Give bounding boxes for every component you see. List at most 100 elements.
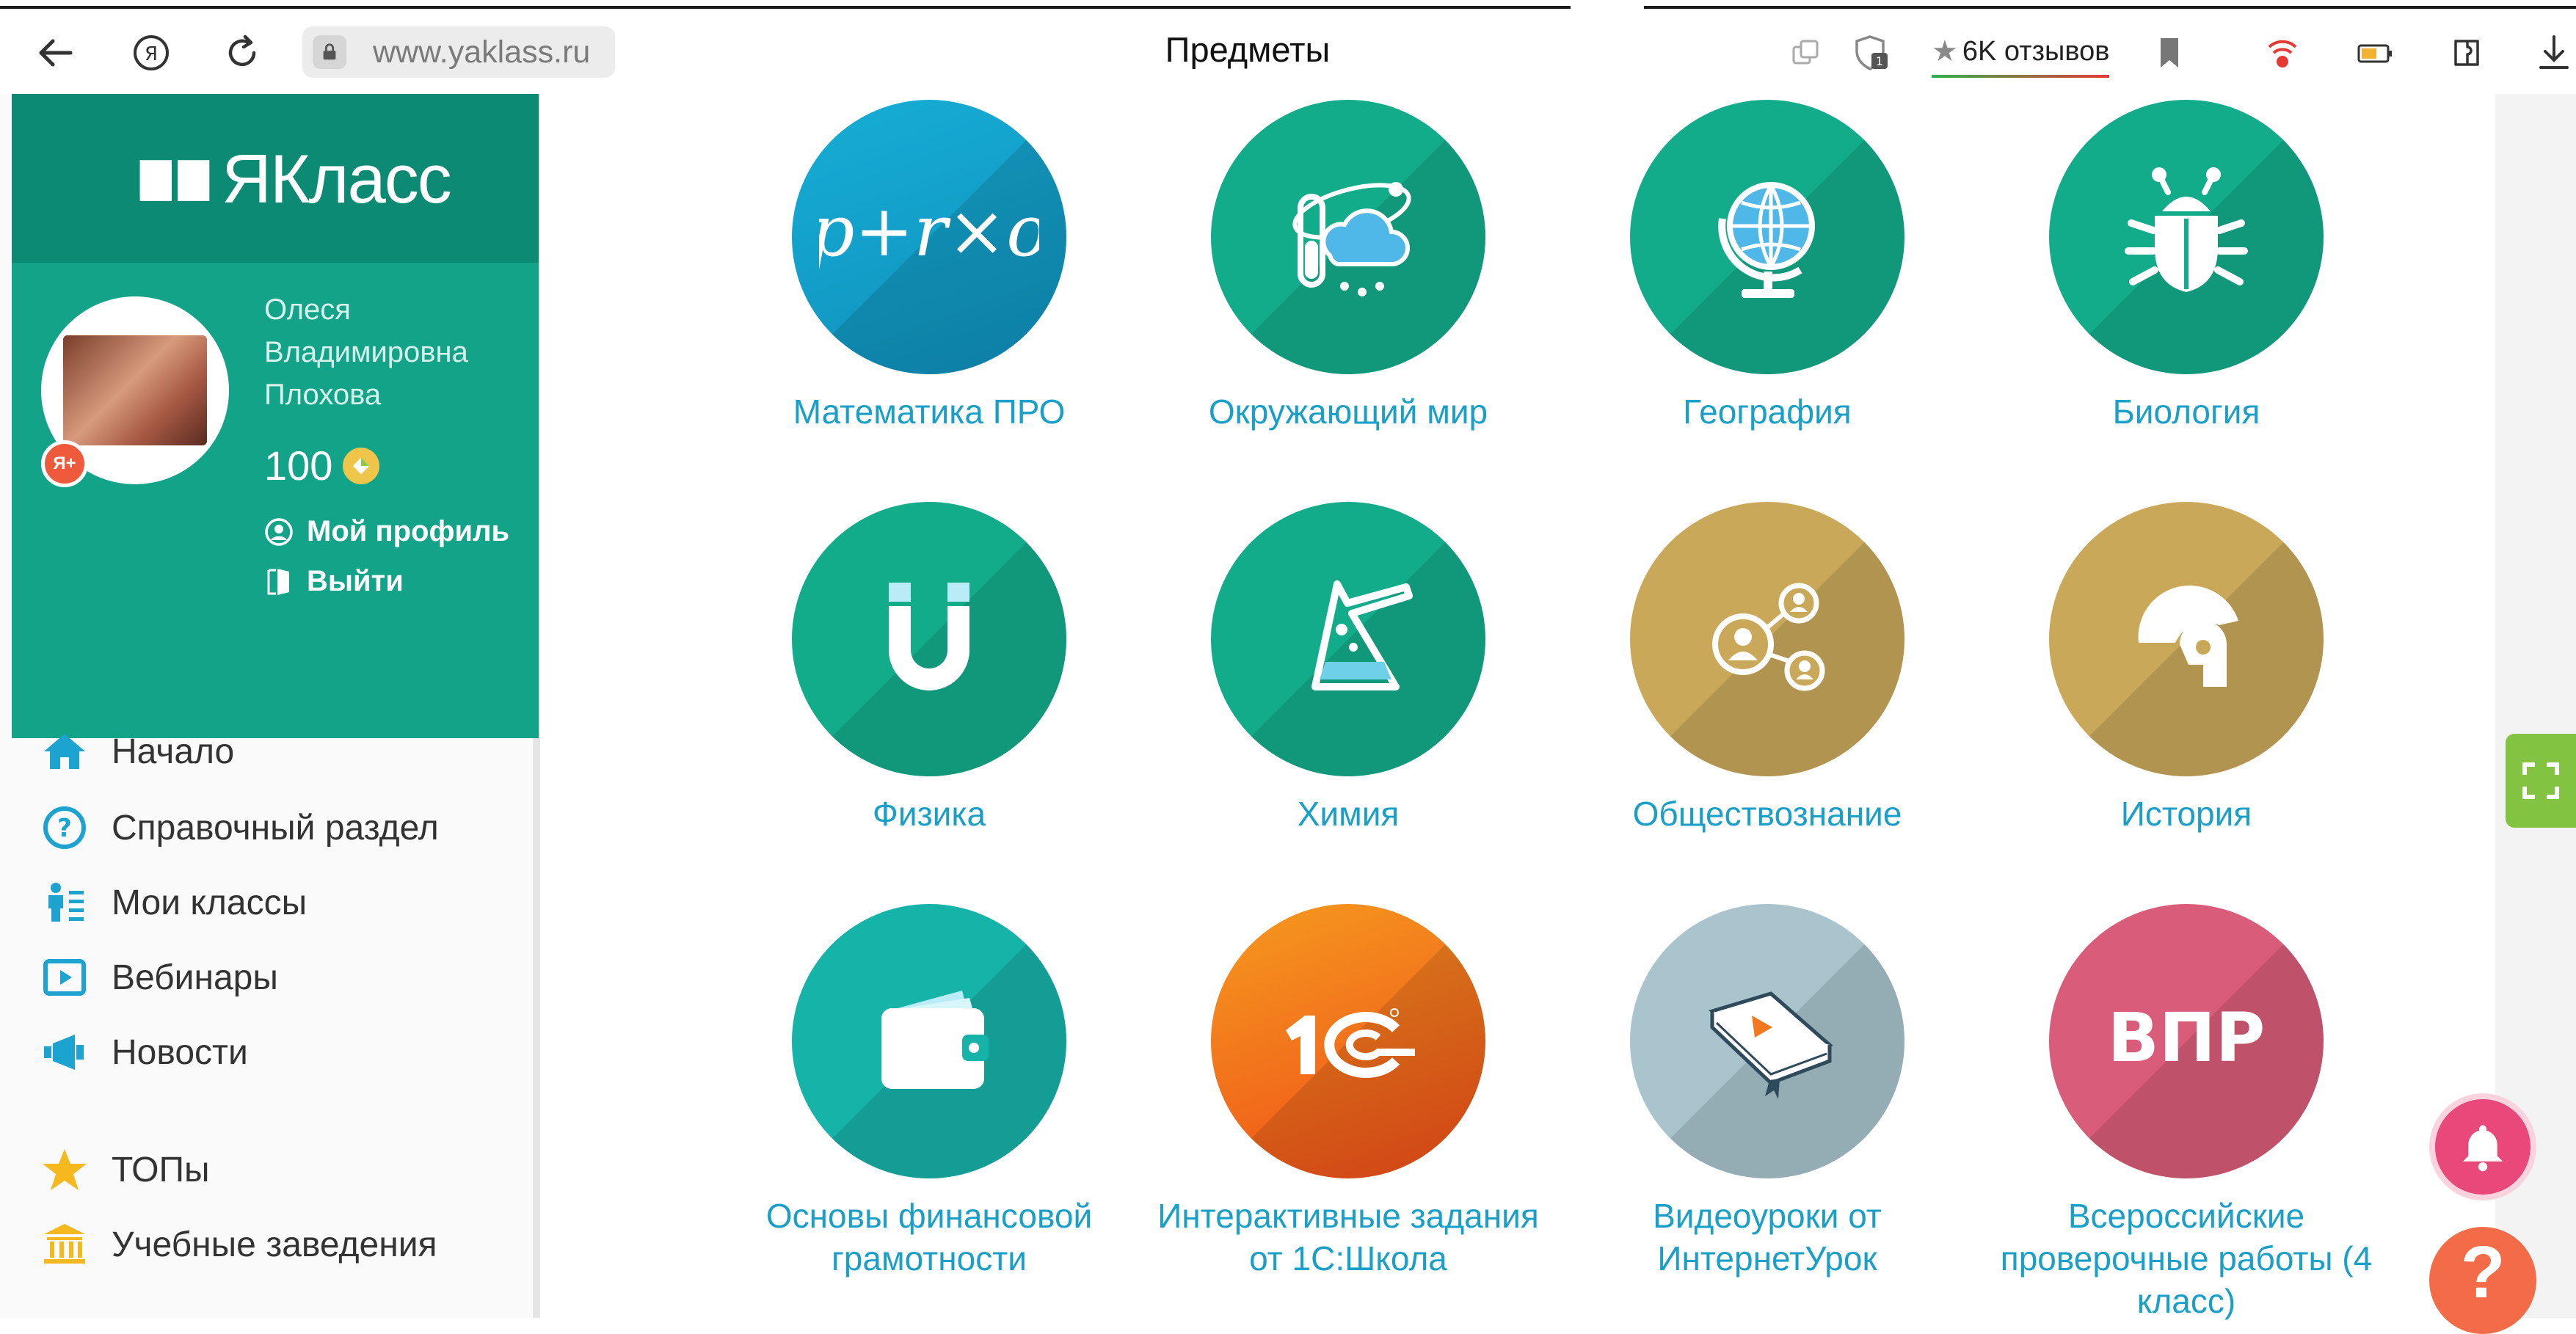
points-value: 100 [264, 442, 333, 489]
nav-item-reference[interactable]: ? Справочный раздел [40, 803, 439, 853]
math-pro-icon[interactable]: p+r×o [792, 100, 1066, 374]
subject-history[interactable]: История [1976, 502, 2396, 835]
helmet-icon[interactable] [2049, 502, 2324, 776]
bookmark-icon[interactable] [2140, 23, 2199, 82]
nav-label: Начало [112, 732, 235, 771]
address-bar[interactable]: www.yaklass.ru [302, 26, 615, 78]
user-first-name: Олеся [264, 294, 351, 326]
extensions-icon[interactable] [2438, 23, 2497, 82]
subject-world-around[interactable]: Окружающий мир [1138, 100, 1558, 433]
nav-label: Новости [112, 1032, 248, 1072]
subject-video-lessons[interactable]: Видеоуроки от ИнтернетУрок [1557, 904, 1977, 1280]
subject-label[interactable]: Математика ПРО [719, 390, 1139, 433]
star-icon [40, 1145, 90, 1195]
nav-item-tops[interactable]: ТОПы [40, 1145, 210, 1195]
back-icon[interactable] [26, 23, 85, 82]
subject-label[interactable]: Физика [719, 792, 1139, 835]
svg-text:1: 1 [1876, 54, 1883, 68]
nav-item-webinars[interactable]: Вебинары [40, 952, 278, 1002]
svg-text:?: ? [57, 814, 72, 843]
points-counter: 100 [264, 442, 380, 489]
subject-label[interactable]: Всероссийские проверочные работы (4 клас… [1976, 1195, 2396, 1322]
home-icon [40, 726, 90, 776]
avatar-photo [63, 335, 207, 445]
logout-label: Выйти [307, 565, 404, 597]
subject-label[interactable]: Интерактивные задания от 1С:Школа [1138, 1195, 1558, 1280]
subject-geography[interactable]: География [1557, 100, 1977, 433]
1c-logo-icon[interactable] [1211, 904, 1485, 1178]
magnet-icon[interactable] [792, 502, 1066, 776]
nav-item-home[interactable]: Начало [40, 726, 234, 776]
download-icon[interactable] [2525, 23, 2576, 82]
door-icon [267, 568, 289, 595]
user-circle-icon [265, 517, 293, 546]
diamond-icon [343, 447, 380, 484]
nav-label: Учебные заведения [112, 1225, 437, 1264]
vpr-text: ВПР [2108, 999, 2266, 1077]
fullscreen-button[interactable] [2506, 734, 2576, 828]
help-button[interactable]: ? [2429, 1227, 2536, 1334]
classes-icon [40, 878, 90, 927]
yandex-icon[interactable]: Я [122, 23, 181, 82]
bug-icon[interactable] [2049, 100, 2324, 374]
reload-icon[interactable] [213, 23, 272, 82]
subject-label[interactable]: Химия [1138, 792, 1558, 835]
subject-math-pro[interactable]: p+r×o Математика ПРО [719, 100, 1139, 433]
subject-biology[interactable]: Биология [1976, 100, 2396, 433]
ya-plus-badge: Я+ [41, 440, 88, 487]
nav-label: Вебинары [112, 958, 278, 997]
subject-label[interactable]: Биология [1976, 390, 2396, 433]
logo-band: ЯКласс [12, 94, 539, 263]
help-circle-icon: ? [40, 803, 90, 853]
url-text[interactable]: www.yaklass.ru [373, 34, 590, 70]
nav-item-news[interactable]: Новости [40, 1027, 248, 1077]
logo-text: ЯКласс [222, 140, 452, 217]
wallet-icon[interactable] [792, 904, 1066, 1178]
flask-icon[interactable] [1211, 502, 1485, 776]
subject-1c-school[interactable]: Интерактивные задания от 1С:Школа [1138, 904, 1558, 1280]
tabs-copy-icon[interactable] [1776, 23, 1835, 82]
vpr-icon[interactable]: ВПР [2049, 904, 2324, 1178]
math-pro-text: p+r×o [819, 190, 1039, 272]
shield-counter-icon[interactable]: 1 [1842, 23, 1901, 82]
battery-icon[interactable] [2346, 23, 2404, 82]
user-last-name: Плохова [264, 379, 382, 411]
subjects-grid: p+r×o Математика ПРО Окружающий мир Геог… [540, 94, 2495, 1320]
subject-label[interactable]: География [1557, 390, 1977, 433]
play-icon [40, 952, 90, 1002]
nav-item-my-classes[interactable]: Мои классы [40, 878, 307, 927]
subject-physics[interactable]: Физика [719, 502, 1139, 835]
nav-item-institutions[interactable]: Учебные заведения [40, 1220, 437, 1269]
page-title: Предметы [1165, 30, 1331, 69]
tab-strip-line [1644, 6, 2576, 9]
yaklass-logo[interactable]: ЯКласс [137, 139, 452, 219]
subject-chemistry[interactable]: Химия [1138, 502, 1558, 835]
subject-label[interactable]: Окружающий мир [1138, 390, 1558, 433]
globe-icon[interactable] [1630, 100, 1904, 374]
book-logo-icon [139, 160, 210, 201]
nav-label: Мои классы [112, 883, 308, 922]
subject-vpr[interactable]: ВПР Всероссийские проверочные работы (4 … [1976, 904, 2396, 1322]
megaphone-icon [40, 1027, 90, 1077]
notifications-button[interactable] [2429, 1093, 2536, 1200]
subject-label[interactable]: Обществознание [1557, 792, 1977, 835]
world-around-icon[interactable] [1211, 100, 1485, 374]
subject-financial-literacy[interactable]: Основы финансовой грамотности [719, 904, 1139, 1280]
user-patronymic: Владимировна [264, 336, 468, 368]
bell-icon [2462, 1125, 2503, 1172]
my-profile-link[interactable]: Мой профиль [264, 515, 509, 548]
profile-panel: Я+ Олеся Владимировна Плохова 100 Мой пр… [12, 263, 539, 738]
nav-label: ТОПы [112, 1150, 210, 1189]
subject-label[interactable]: Основы финансовой грамотности [719, 1195, 1139, 1280]
subject-label[interactable]: История [1976, 792, 2396, 835]
people-network-icon[interactable] [1630, 502, 1904, 776]
expand-icon [2522, 762, 2559, 799]
video-book-icon[interactable] [1630, 904, 1904, 1178]
logout-link[interactable]: Выйти [264, 565, 404, 598]
reviews-link[interactable]: ★ 6K отзывов [1932, 28, 2110, 78]
wifi-protect-icon[interactable] [2253, 23, 2312, 82]
subject-social-studies[interactable]: Обществознание [1557, 502, 1977, 835]
lock-icon[interactable] [313, 35, 346, 69]
subject-label[interactable]: Видеоуроки от ИнтернетУрок [1557, 1195, 1977, 1280]
reviews-label: 6K отзывов [1962, 35, 2110, 67]
